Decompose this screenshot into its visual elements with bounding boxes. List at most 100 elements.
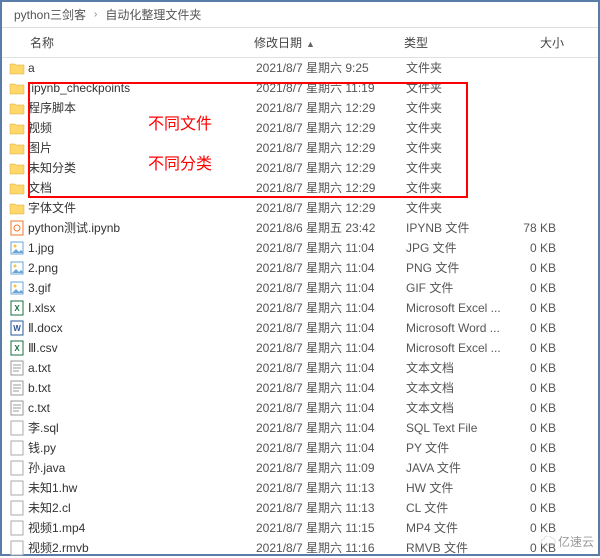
svg-text:X: X bbox=[14, 304, 20, 313]
file-date: 2021/8/7 星期六 11:04 bbox=[256, 239, 406, 257]
file-row[interactable]: 2.png2021/8/7 星期六 11:04PNG 文件0 KB bbox=[2, 258, 598, 278]
file-date: 2021/8/7 星期六 11:04 bbox=[256, 279, 406, 297]
breadcrumb-part[interactable]: python三剑客 bbox=[10, 6, 90, 23]
file-size: 0 KB bbox=[506, 299, 562, 317]
folder-icon bbox=[6, 81, 28, 95]
file-size: 0 KB bbox=[506, 459, 562, 477]
file-row[interactable]: 字体文件2021/8/7 星期六 12:29文件夹 bbox=[2, 198, 598, 218]
file-date: 2021/8/7 星期六 11:04 bbox=[256, 259, 406, 277]
file-date: 2021/8/7 星期六 12:29 bbox=[256, 179, 406, 197]
chevron-right-icon: › bbox=[90, 9, 101, 20]
file-date: 2021/8/7 星期六 11:04 bbox=[256, 339, 406, 357]
file-row[interactable]: WⅡ.docx2021/8/7 星期六 11:04Microsoft Word … bbox=[2, 318, 598, 338]
sort-ascending-icon: ▲ bbox=[306, 39, 315, 49]
file-type: 文件夹 bbox=[406, 79, 506, 97]
file-type: RMVB 文件 bbox=[406, 539, 506, 557]
file-row[interactable]: .ipynb_checkpoints2021/8/7 星期六 11:19文件夹 bbox=[2, 78, 598, 98]
file-row[interactable]: 未知分类2021/8/7 星期六 12:29文件夹 bbox=[2, 158, 598, 178]
file-row[interactable]: 1.jpg2021/8/7 星期六 11:04JPG 文件0 KB bbox=[2, 238, 598, 258]
file-date: 2021/8/7 星期六 11:04 bbox=[256, 319, 406, 337]
file-row[interactable]: 未知1.hw2021/8/7 星期六 11:13HW 文件0 KB bbox=[2, 478, 598, 498]
file-size: 0 KB bbox=[506, 479, 562, 497]
file-name: 未知2.cl bbox=[28, 499, 256, 517]
file-row[interactable]: b.txt2021/8/7 星期六 11:04文本文档0 KB bbox=[2, 378, 598, 398]
breadcrumb-part[interactable]: 自动化整理文件夹 bbox=[101, 6, 205, 23]
file-size: 0 KB bbox=[506, 499, 562, 517]
file-row[interactable]: XⅢ.csv2021/8/7 星期六 11:04Microsoft Excel … bbox=[2, 338, 598, 358]
file-name: Ⅲ.csv bbox=[28, 339, 256, 357]
file-row[interactable]: 视频2.rmvb2021/8/7 星期六 11:16RMVB 文件0 KB bbox=[2, 538, 598, 558]
file-row[interactable]: 视频2021/8/7 星期六 12:29文件夹 bbox=[2, 118, 598, 138]
file-type: Microsoft Excel ... bbox=[406, 299, 506, 317]
file-name: .ipynb_checkpoints bbox=[28, 79, 256, 97]
file-date: 2021/8/7 星期六 11:16 bbox=[256, 539, 406, 557]
file-type: GIF 文件 bbox=[406, 279, 506, 297]
file-row[interactable]: 李.sql2021/8/7 星期六 11:04SQL Text File0 KB bbox=[2, 418, 598, 438]
file-icon bbox=[6, 500, 28, 516]
file-date: 2021/8/7 星期六 12:29 bbox=[256, 99, 406, 117]
folder-icon bbox=[6, 141, 28, 155]
file-row[interactable]: 钱.py2021/8/7 星期六 11:04PY 文件0 KB bbox=[2, 438, 598, 458]
file-icon bbox=[6, 540, 28, 556]
file-name: python测试.ipynb bbox=[28, 219, 256, 237]
file-row[interactable]: 视频1.mp42021/8/7 星期六 11:15MP4 文件0 KB bbox=[2, 518, 598, 538]
file-row[interactable]: 未知2.cl2021/8/7 星期六 11:13CL 文件0 KB bbox=[2, 498, 598, 518]
column-size-header[interactable]: 大小 bbox=[504, 34, 564, 51]
file-date: 2021/8/7 星期六 11:09 bbox=[256, 459, 406, 477]
svg-text:X: X bbox=[14, 344, 20, 353]
file-name: b.txt bbox=[28, 379, 256, 397]
file-name: 未知分类 bbox=[28, 159, 256, 177]
file-date: 2021/8/7 星期六 11:19 bbox=[256, 79, 406, 97]
file-name: 李.sql bbox=[28, 419, 256, 437]
explorer-window: python三剑客 › 自动化整理文件夹 名称 修改日期▲ 类型 大小 a202… bbox=[0, 0, 600, 556]
file-list[interactable]: a2021/8/7 星期六 9:25文件夹.ipynb_checkpoints2… bbox=[2, 58, 598, 558]
file-type: JPG 文件 bbox=[406, 239, 506, 257]
file-row[interactable]: 程序脚本2021/8/7 星期六 12:29文件夹 bbox=[2, 98, 598, 118]
folder-icon bbox=[6, 161, 28, 175]
file-type: HW 文件 bbox=[406, 479, 506, 497]
column-headers: 名称 修改日期▲ 类型 大小 bbox=[2, 28, 598, 58]
file-size: 0 KB bbox=[506, 419, 562, 437]
file-name: 程序脚本 bbox=[28, 99, 256, 117]
file-type: IPYNB 文件 bbox=[406, 219, 506, 237]
file-name: 图片 bbox=[28, 139, 256, 157]
file-type: 文本文档 bbox=[406, 399, 506, 417]
file-type: 文件夹 bbox=[406, 179, 506, 197]
file-date: 2021/8/7 星期六 11:13 bbox=[256, 479, 406, 497]
folder-icon bbox=[6, 121, 28, 135]
column-name-header[interactable]: 名称 bbox=[6, 34, 254, 51]
file-name: 2.png bbox=[28, 259, 256, 277]
file-icon bbox=[6, 440, 28, 456]
file-row[interactable]: a.txt2021/8/7 星期六 11:04文本文档0 KB bbox=[2, 358, 598, 378]
folder-icon bbox=[6, 61, 28, 75]
file-date: 2021/8/7 星期六 11:13 bbox=[256, 499, 406, 517]
file-row[interactable]: 文档2021/8/7 星期六 12:29文件夹 bbox=[2, 178, 598, 198]
column-type-header[interactable]: 类型 bbox=[404, 34, 504, 51]
file-icon: X bbox=[6, 300, 28, 316]
file-name: 钱.py bbox=[28, 439, 256, 457]
file-size: 0 KB bbox=[506, 359, 562, 377]
file-name: c.txt bbox=[28, 399, 256, 417]
file-row[interactable]: 3.gif2021/8/7 星期六 11:04GIF 文件0 KB bbox=[2, 278, 598, 298]
file-date: 2021/8/7 星期六 11:04 bbox=[256, 399, 406, 417]
file-row[interactable]: 孙.java2021/8/7 星期六 11:09JAVA 文件0 KB bbox=[2, 458, 598, 478]
file-row[interactable]: XⅠ.xlsx2021/8/7 星期六 11:04Microsoft Excel… bbox=[2, 298, 598, 318]
file-row[interactable]: python测试.ipynb2021/8/6 星期五 23:42IPYNB 文件… bbox=[2, 218, 598, 238]
file-icon bbox=[6, 281, 28, 295]
file-icon: W bbox=[6, 320, 28, 336]
file-icon bbox=[6, 400, 28, 416]
file-row[interactable]: c.txt2021/8/7 星期六 11:04文本文档0 KB bbox=[2, 398, 598, 418]
breadcrumb[interactable]: python三剑客 › 自动化整理文件夹 bbox=[2, 2, 598, 28]
column-date-header[interactable]: 修改日期▲ bbox=[254, 34, 404, 51]
file-row[interactable]: 图片2021/8/7 星期六 12:29文件夹 bbox=[2, 138, 598, 158]
file-date: 2021/8/7 星期六 9:25 bbox=[256, 59, 406, 77]
file-icon bbox=[6, 420, 28, 436]
file-icon: X bbox=[6, 340, 28, 356]
file-date: 2021/8/7 星期六 12:29 bbox=[256, 159, 406, 177]
watermark: 亿速云 bbox=[540, 533, 594, 550]
file-row[interactable]: a2021/8/7 星期六 9:25文件夹 bbox=[2, 58, 598, 78]
file-icon bbox=[6, 520, 28, 536]
file-name: a bbox=[28, 59, 256, 77]
file-date: 2021/8/7 星期六 12:29 bbox=[256, 139, 406, 157]
file-name: 3.gif bbox=[28, 279, 256, 297]
